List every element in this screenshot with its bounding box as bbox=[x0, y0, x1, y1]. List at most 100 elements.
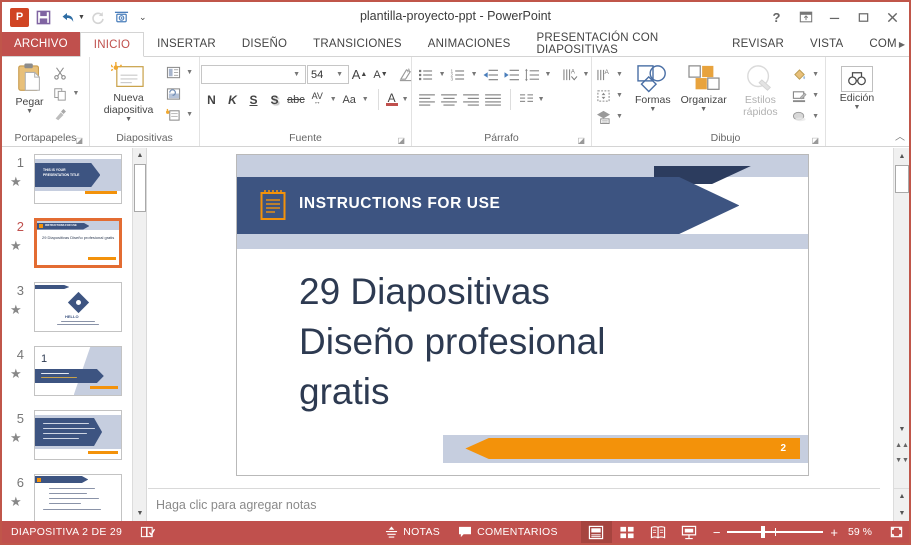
slideshow-icon[interactable] bbox=[111, 6, 133, 28]
tab-complementos[interactable]: COM bbox=[856, 32, 898, 56]
vertical-align-icon[interactable] bbox=[593, 85, 614, 106]
shape-effects-icon[interactable] bbox=[789, 106, 810, 127]
tabs-overflow-icon[interactable]: ▶ bbox=[899, 32, 909, 56]
layout-icon[interactable] bbox=[163, 62, 184, 83]
thumbnails-scroll-down-icon[interactable]: ▼ bbox=[133, 506, 146, 521]
undo-icon[interactable] bbox=[56, 6, 78, 28]
underline-button[interactable]: S bbox=[243, 89, 264, 110]
new-slide-button[interactable]: Nueva diapositiva ▼ bbox=[94, 60, 163, 126]
shapes-button[interactable]: Formas ▼ bbox=[630, 62, 676, 116]
shape-outline-dropdown-icon[interactable]: ▼ bbox=[810, 92, 821, 99]
thumbnail-preview[interactable]: THIS IS YOUR PRESENTATION TITLE bbox=[34, 154, 122, 204]
animation-star-icon[interactable]: ★ bbox=[10, 174, 22, 190]
slide-counter[interactable]: DIAPOSITIVA 2 DE 29 bbox=[2, 521, 131, 543]
customize-qat-icon[interactable]: ⌄ bbox=[139, 12, 147, 23]
zoom-handle[interactable] bbox=[761, 526, 766, 538]
text-shadow-button[interactable]: S bbox=[264, 89, 285, 110]
animation-star-icon[interactable]: ★ bbox=[10, 238, 22, 254]
numbering-icon[interactable]: 123 bbox=[448, 64, 469, 85]
slide-scrollbar[interactable]: ▲ ▼ ▲▲ ▼▼ ▲ ▼ bbox=[893, 148, 909, 521]
decrease-font-size-icon[interactable]: A ▼ bbox=[370, 64, 391, 85]
fit-slide-to-window-button[interactable] bbox=[883, 521, 909, 543]
tab-insertar[interactable]: INSERTAR bbox=[144, 32, 229, 56]
undo-dropdown-icon[interactable]: ▼ bbox=[78, 14, 85, 21]
tab-archivo[interactable]: ARCHIVO bbox=[2, 32, 80, 56]
bullets-dropdown-icon[interactable]: ▼ bbox=[437, 71, 448, 78]
notes-scroll-down-icon[interactable]: ▼ bbox=[894, 505, 909, 521]
text-direction-dropdown-icon[interactable]: ▼ bbox=[580, 71, 591, 78]
line-spacing-icon[interactable] bbox=[522, 64, 543, 85]
view-slideshow-button[interactable] bbox=[674, 521, 705, 543]
spell-check-icon[interactable] bbox=[131, 521, 164, 543]
strikethrough-button[interactable]: abc bbox=[285, 89, 307, 110]
slide-body-text[interactable]: 29 Diapositivas Diseño profesional grati… bbox=[299, 267, 768, 417]
align-text-dropdown-icon[interactable]: ▼ bbox=[614, 71, 625, 78]
arrange-button[interactable]: Organizar ▼ bbox=[676, 62, 732, 116]
vertical-align-dropdown-icon[interactable]: ▼ bbox=[614, 92, 625, 99]
quick-styles-button[interactable]: Estilos rápidos bbox=[732, 62, 789, 120]
restore-button[interactable] bbox=[849, 4, 878, 30]
thumbnail-preview-selected[interactable]: INSTRUCTIONS FOR USE 29 Diapositivas Dis… bbox=[34, 218, 122, 268]
minimize-button[interactable] bbox=[820, 4, 849, 30]
tab-diseno[interactable]: DISEÑO bbox=[229, 32, 300, 56]
thumbnail-preview[interactable]: Lista bbox=[34, 474, 122, 521]
close-button[interactable] bbox=[878, 4, 907, 30]
decrease-indent-icon[interactable] bbox=[480, 64, 501, 85]
notes-pane[interactable]: Haga clic para agregar notas bbox=[148, 488, 880, 521]
thumbnails-scroll-thumb[interactable] bbox=[134, 164, 146, 212]
bullets-icon[interactable] bbox=[416, 64, 437, 85]
previous-slide-icon[interactable]: ▲▲ bbox=[894, 438, 909, 453]
thumbnail-preview[interactable]: Quote bbox=[34, 410, 122, 460]
align-right-icon[interactable] bbox=[460, 89, 482, 110]
section-icon[interactable] bbox=[163, 104, 184, 125]
drawing-dialog-launcher[interactable]: ◪ bbox=[811, 136, 819, 145]
font-dialog-launcher[interactable]: ◪ bbox=[397, 136, 405, 145]
thumbnail-preview[interactable]: HELLO bbox=[34, 282, 122, 332]
paragraph-dialog-launcher[interactable]: ◪ bbox=[577, 136, 585, 145]
justify-icon[interactable] bbox=[482, 89, 504, 110]
align-center-icon[interactable] bbox=[438, 89, 460, 110]
collapse-ribbon-icon[interactable]: ︿ bbox=[895, 128, 905, 143]
comments-toggle-button[interactable]: COMENTARIOS bbox=[449, 521, 567, 543]
text-direction-icon[interactable]: A bbox=[559, 64, 580, 85]
font-color-button[interactable]: A bbox=[377, 89, 400, 110]
font-size-input[interactable]: 54 ▼ bbox=[307, 65, 349, 84]
character-spacing-button[interactable]: AV ↔ bbox=[307, 89, 328, 110]
animation-star-icon[interactable]: ★ bbox=[10, 302, 22, 318]
zoom-slider[interactable] bbox=[727, 526, 824, 538]
tab-inicio[interactable]: INICIO bbox=[79, 32, 145, 57]
editing-dropdown-icon[interactable]: ▼ bbox=[854, 104, 861, 112]
shape-outline-icon[interactable] bbox=[789, 85, 810, 106]
align-left-icon[interactable] bbox=[416, 89, 438, 110]
arrange-dropdown-icon[interactable]: ▼ bbox=[700, 106, 707, 114]
thumbnail-item-5[interactable]: 5 ★ Quote bbox=[2, 404, 146, 468]
convert-smartart-icon[interactable] bbox=[593, 106, 614, 127]
font-size-dropdown-icon[interactable]: ▼ bbox=[334, 71, 345, 78]
change-case-button[interactable]: Aa bbox=[339, 89, 360, 110]
align-text-icon[interactable]: A bbox=[593, 64, 614, 85]
section-dropdown-icon[interactable]: ▼ bbox=[184, 111, 195, 118]
powerpoint-logo-icon[interactable]: P bbox=[8, 6, 30, 28]
scroll-down-icon[interactable]: ▼ bbox=[894, 421, 909, 437]
character-spacing-dropdown-icon[interactable]: ▼ bbox=[328, 96, 339, 103]
new-slide-dropdown-icon[interactable]: ▼ bbox=[125, 116, 132, 124]
font-name-dropdown-icon[interactable]: ▼ bbox=[291, 71, 302, 78]
thumbnail-item-6[interactable]: 6 ★ Lista bbox=[2, 468, 146, 521]
increase-font-size-icon[interactable]: A ▲ bbox=[349, 64, 370, 85]
line-spacing-dropdown-icon[interactable]: ▼ bbox=[543, 71, 554, 78]
thumbnail-item-3[interactable]: 3 ★ HELLO bbox=[2, 276, 146, 340]
tab-revisar[interactable]: REVISAR bbox=[719, 32, 797, 56]
copy-icon[interactable] bbox=[50, 83, 71, 104]
columns-dropdown-icon[interactable]: ▼ bbox=[536, 96, 547, 103]
bold-button[interactable]: N bbox=[201, 89, 222, 110]
help-button[interactable]: ? bbox=[762, 4, 791, 30]
zoom-in-button[interactable]: + bbox=[830, 526, 838, 539]
view-slide-sorter-button[interactable] bbox=[612, 521, 643, 543]
cut-icon[interactable] bbox=[50, 62, 71, 83]
notes-toggle-button[interactable]: NOTAS bbox=[376, 521, 449, 543]
change-case-dropdown-icon[interactable]: ▼ bbox=[360, 96, 371, 103]
zoom-level-label[interactable]: 59 % bbox=[845, 526, 875, 538]
next-slide-icon[interactable]: ▼▼ bbox=[894, 453, 909, 468]
paste-dropdown-icon[interactable]: ▼ bbox=[26, 108, 33, 116]
copy-dropdown-icon[interactable]: ▼ bbox=[71, 90, 82, 97]
